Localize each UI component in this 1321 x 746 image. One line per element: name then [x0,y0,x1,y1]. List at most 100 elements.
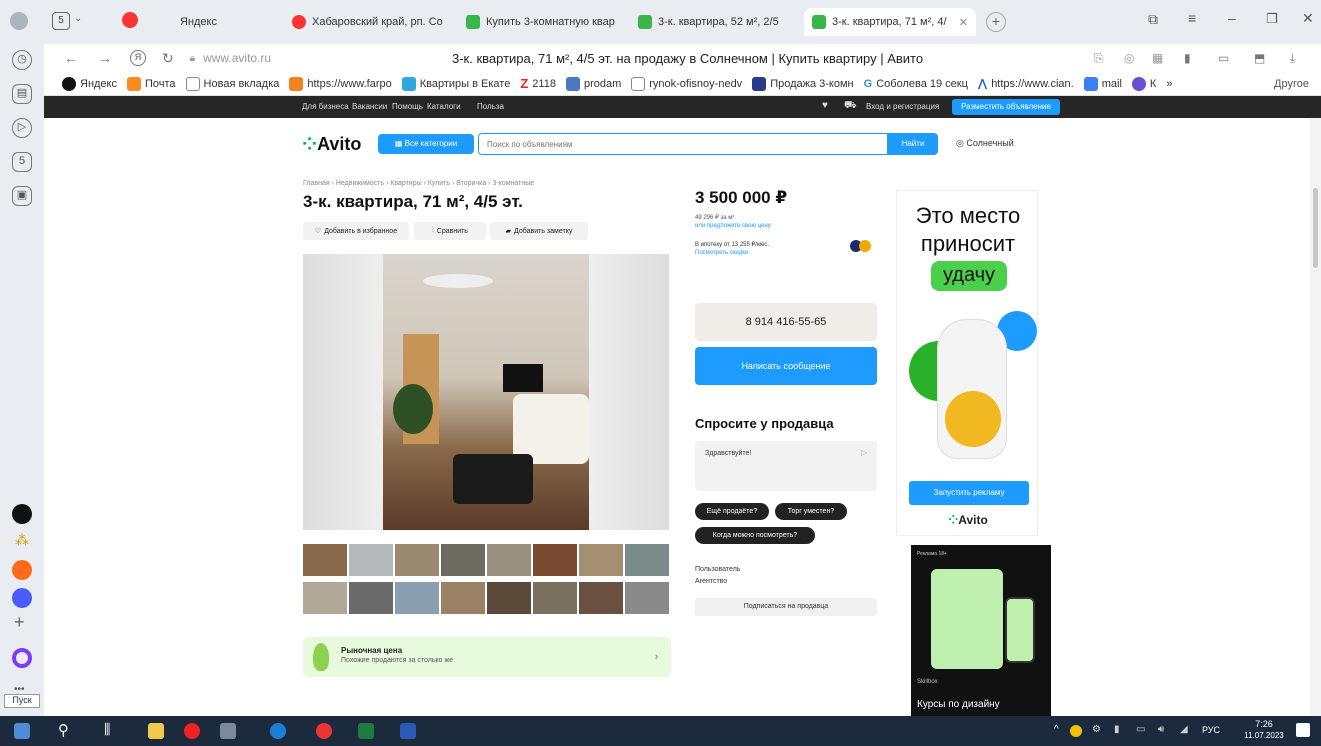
volume-icon[interactable]: 🔊︎ [1158,724,1164,735]
thumbnail[interactable] [303,544,347,576]
bookmark-item[interactable]: rynok-ofisnoy-nedv [631,76,742,91]
bookmark-item[interactable]: prodam [565,76,621,91]
thumbnail[interactable] [625,544,669,576]
notifications-icon[interactable] [1296,723,1310,737]
bookmark-item[interactable]: Z 2118 [520,76,556,91]
bookmark-item[interactable]: К [1131,76,1156,91]
thumbnail[interactable] [487,582,531,614]
search-input[interactable] [478,133,888,155]
tab-apartment-52[interactable]: 3-к. квартира, 52 м², 2/5 [630,8,802,36]
thumbnail[interactable] [441,544,485,576]
market-price-block[interactable]: Рыночная цена Похожие продаются за столь… [303,637,671,677]
thumbnail[interactable] [395,544,439,576]
thumbnail[interactable] [395,582,439,614]
bookmark-icon[interactable]: ▮ [1184,51,1191,65]
minimize-icon[interactable]: – [1228,10,1236,26]
message-button[interactable]: Написать сообщение [695,347,877,385]
bookmarks-other-button[interactable]: Другое [1274,78,1309,90]
file-explorer-icon[interactable] [148,723,164,739]
thumbnail[interactable] [625,582,669,614]
app-market-icon[interactable]: ⁂ [12,532,32,552]
collections-icon[interactable]: ⧉ [1148,11,1158,28]
yandex-button-icon[interactable]: Я [130,50,146,66]
categories-button[interactable]: ▦ Все категории [378,134,474,154]
new-tab-icon[interactable]: + [986,12,1006,32]
close-window-icon[interactable]: ✕ [1302,10,1314,27]
main-photo[interactable] [303,254,669,530]
language-indicator[interactable]: РУС [1202,725,1220,735]
thumbnail[interactable] [533,582,577,614]
nav-link[interactable]: Польза [477,102,504,111]
back-icon[interactable]: ← [64,50,78,66]
bookmark-item[interactable]: Яндекс [62,76,117,91]
launch-ad-button[interactable]: Запустить рекламу [909,481,1029,505]
restore-icon[interactable]: ❐ [1266,11,1278,27]
breadcrumb[interactable]: Главная › Недвижимость › Квартиры › Купи… [303,180,534,187]
tab-khabarovsk[interactable]: Хабаровский край, рп. Со [284,8,456,36]
forward-icon[interactable]: → [98,50,112,66]
thumbnail[interactable] [533,544,577,576]
offer-price-link[interactable]: или предложите свою цену [695,223,771,229]
bookmarks-more-button[interactable]: » [1166,78,1172,90]
profile-icon[interactable] [10,12,28,30]
nav-link[interactable]: Для бизнеса [302,102,349,111]
tab-count-icon[interactable]: 5 [12,152,32,172]
seller-type[interactable]: Пользователь [695,566,740,573]
network-icon[interactable]: ◢ [1180,724,1188,735]
thumbnail[interactable] [441,582,485,614]
thumbnail[interactable] [349,544,393,576]
download-icon[interactable]: ⤓ [1290,51,1295,66]
show-phone-button[interactable]: 8 914 416-55-65 [695,303,877,341]
search-icon[interactable]: ⚲ [58,721,69,739]
thumbnail[interactable] [303,582,347,614]
add-favorite-button[interactable]: ♡ Добавить в избранное [303,222,409,240]
history-icon[interactable]: ◷ [12,50,32,70]
tray-app-icon[interactable] [1070,725,1082,737]
app-mail-icon[interactable] [12,560,32,580]
battery-icon[interactable]: ▭ [1136,724,1145,735]
windows-start-icon[interactable] [14,723,30,739]
pin-icon[interactable]: ⬒ [1254,51,1265,65]
word-icon[interactable] [400,723,416,739]
ask-seller-textarea[interactable]: Здравствуйте! ▷ [695,441,877,491]
screenshot-icon[interactable]: ▣ [12,186,32,206]
bookmark-item[interactable]: Продажа 3-комн [752,76,854,91]
post-ad-button[interactable]: Разместить объявление [952,99,1060,115]
tab-counter[interactable]: 5 [52,12,70,30]
nav-link[interactable]: Помощь [392,102,423,111]
tab-yandex[interactable]: Яндекс [172,8,282,36]
clock-date[interactable]: 11.07.2023 [1240,731,1288,740]
bookmark-item[interactable]: https://www.farpo [289,76,392,91]
app-messenger-icon[interactable] [12,588,32,608]
add-app-icon[interactable]: + [14,612,25,633]
edge-icon[interactable] [270,723,286,739]
reader-icon[interactable]: ⎘ [1094,51,1104,66]
bookmark-item[interactable]: ⋀ https://www.cian. [978,77,1074,91]
location-link[interactable]: ◎ Солнечный [956,138,1014,149]
login-link[interactable]: Вход и регистрация [866,102,939,111]
scrollbar-thumb[interactable] [1313,188,1318,268]
yandex-browser-icon[interactable] [184,723,200,739]
mortgage-link[interactable]: Посмотреть скидки [695,250,748,256]
close-tab-icon[interactable]: ✕ [959,16,968,29]
bookmark-item[interactable]: Квартиры в Екате [401,76,510,91]
thumbnail[interactable] [579,544,623,576]
bookmark-item[interactable]: Новая вкладка [185,76,279,91]
yandex-logo-icon[interactable] [122,12,138,28]
task-view-icon[interactable]: ⫼ [104,721,110,738]
protect-icon[interactable]: ◎ [1124,51,1134,65]
send-icon[interactable]: ▷ [861,448,867,457]
thumbnail[interactable] [487,544,531,576]
ad-banner[interactable]: Это место приносит удачу Запустить рекла… [896,190,1038,536]
tray-chevron-icon[interactable]: ^ [1054,724,1059,735]
url-field[interactable]: www.avito.ru [203,51,271,65]
favorites-heart-icon[interactable]: ♥ [822,100,828,111]
page-scrollbar[interactable] [1310,118,1321,716]
reload-icon[interactable]: ↻ [162,50,174,67]
menu-icon[interactable]: ≡ [1188,10,1196,26]
clock-time[interactable]: 7:26 [1244,719,1284,729]
chevron-down-icon[interactable]: ⌄ [74,13,82,24]
tab-buy-3room[interactable]: Купить 3-комнатную квар [458,8,626,36]
extension-icon[interactable]: ▦ [1152,51,1163,65]
compare-button[interactable]: ⫶ Сравнить [414,222,486,240]
